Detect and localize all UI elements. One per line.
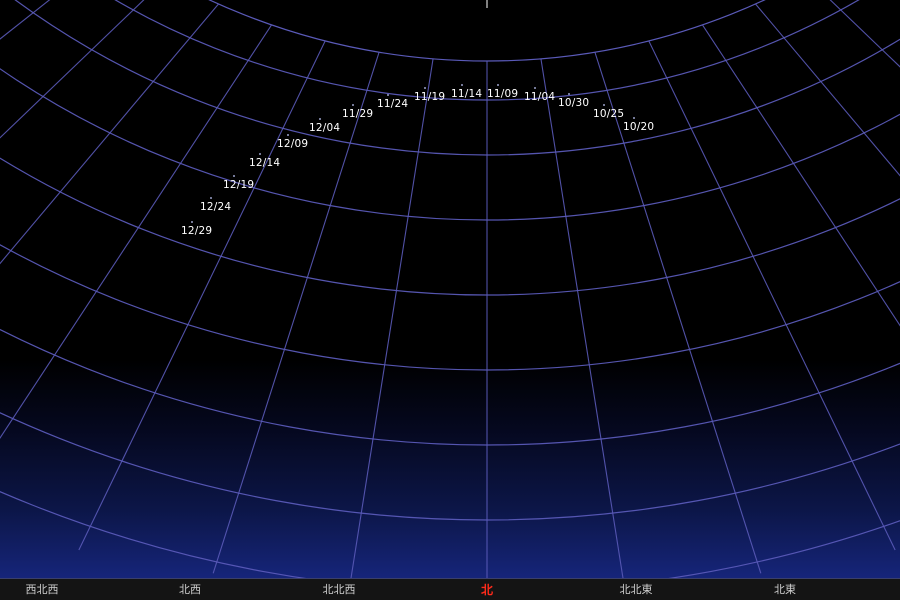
comet-position-marker (210, 197, 212, 199)
comet-position-marker (424, 87, 426, 89)
comet-position-marker (603, 104, 605, 106)
comet-position-marker (191, 221, 193, 223)
date-label: 12/14 (249, 157, 281, 169)
alt-az-grid (0, 0, 900, 593)
azimuth-line (628, 0, 896, 551)
altitude-circle (0, 411, 900, 521)
date-label: 11/14 (451, 88, 483, 100)
azimuth-line (0, 0, 128, 231)
azimuth-line (78, 0, 346, 551)
azimuth-line (0, 0, 71, 67)
date-label: 12/04 (309, 122, 341, 134)
azimuth-line (876, 0, 900, 152)
horizon-direction-label: 北北西 (322, 583, 356, 596)
azimuth-line (685, 0, 900, 327)
comet-position-marker (259, 153, 261, 155)
altitude-circle (0, 328, 900, 446)
date-label: 10/20 (623, 121, 655, 133)
comet-position-marker (568, 93, 570, 95)
date-label: 12/29 (181, 225, 213, 237)
date-label: 11/29 (342, 108, 374, 120)
azimuth-line (212, 0, 397, 574)
azimuth-line (846, 0, 900, 231)
altitude-circle (0, 490, 900, 593)
comet-position-marker (233, 175, 235, 177)
planetarium-view[interactable]: 10/20 10/25 10/30 11/04 11/09 11/14 11/19 11/24… (0, 0, 900, 600)
grid-lines (0, 0, 900, 593)
comet-position-marker (497, 84, 499, 86)
horizon-bar (0, 578, 900, 600)
date-label: 10/30 (558, 97, 590, 109)
comet-position-marker (387, 94, 389, 96)
date-label: 11/24 (377, 98, 409, 110)
comet-position-marker (287, 134, 289, 136)
date-label: 12/24 (200, 201, 232, 213)
date-label: 10/25 (593, 108, 625, 120)
date-label: 11/09 (487, 88, 519, 100)
horizon-direction-label: 北北東 (619, 583, 653, 596)
horizon-direction-label: 北西 (179, 583, 201, 596)
date-label: 12/09 (277, 138, 309, 150)
horizon-direction-label: 北東 (774, 583, 796, 596)
zenith-cap (208, 0, 766, 62)
comet-position-marker (461, 84, 463, 86)
horizon-direction-label: 西北西 (25, 583, 59, 596)
comet-position-marker (352, 104, 354, 106)
comet-position-marker (319, 118, 321, 120)
azimuth-line (778, 0, 900, 369)
azimuth-line (829, 0, 900, 68)
comet-position-marker (633, 117, 635, 119)
azimuth-line (577, 0, 762, 574)
comet-position-marker (534, 87, 536, 89)
azimuth-line (0, 0, 223, 265)
azimuth-line (813, 0, 900, 304)
azimuth-line (751, 0, 900, 177)
horizon-direction-label: 北 (480, 583, 494, 597)
date-label: 11/04 (524, 91, 556, 103)
date-label: 11/19 (414, 91, 446, 103)
date-label: 12/19 (223, 179, 255, 191)
